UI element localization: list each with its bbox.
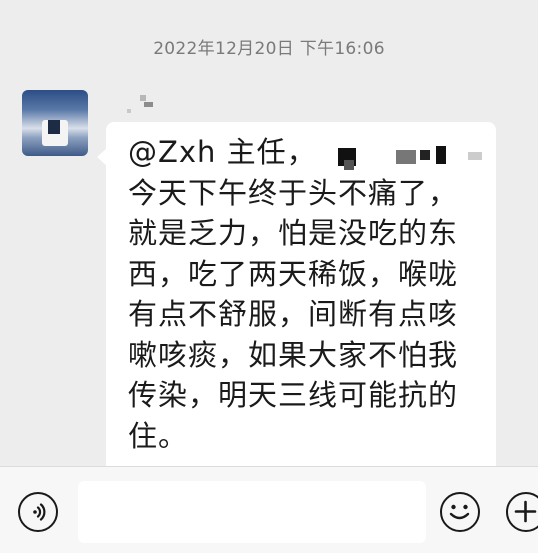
message-line: 有点不舒服，间断有点咳 (128, 297, 459, 331)
emoji-button[interactable] (440, 492, 480, 532)
redaction-block (436, 146, 446, 164)
emoji-icon (449, 504, 470, 520)
message-input[interactable] (78, 481, 426, 543)
sender-name-pixelated (122, 93, 162, 117)
redaction-block (468, 152, 482, 160)
message-line: 就是乏力，怕是没吃的东 (128, 216, 459, 250)
more-button[interactable] (506, 492, 538, 532)
redaction-block (344, 160, 354, 170)
sender-avatar[interactable] (22, 90, 88, 156)
voice-icon (33, 503, 46, 521)
message-line: 传染，明天三线可能抗的 (128, 378, 459, 412)
message-timestamp: 2022年12月20日 下午16:06 (153, 39, 385, 59)
message-line: 今天下午终于头不痛了， (128, 175, 459, 210)
redaction-block (420, 150, 430, 160)
avatar-shape-dark (48, 120, 60, 134)
voice-button[interactable] (18, 492, 58, 532)
message-line: @Zxh 主任， (128, 135, 317, 169)
mosaic-block (140, 95, 146, 101)
message-line: 嗽咳痰，如果大家不怕我 (128, 337, 459, 372)
message-text: @Zxh 主任， 今天下午终于头不痛了， 就是乏力，怕是没吃的东 西，吃了两天稀… (128, 132, 488, 456)
message-bubble[interactable]: @Zxh 主任， 今天下午终于头不痛了， 就是乏力，怕是没吃的东 西，吃了两天稀… (97, 122, 496, 466)
input-bar (0, 466, 538, 553)
redaction-block (396, 150, 416, 164)
message-line: 住。 (128, 418, 189, 453)
chat-area: 2022年12月20日 下午16:06 @Zxh 主任， 今天下午终于头不痛了，… (0, 0, 538, 466)
message-line: 西，吃了两天稀饭，喉咙 (128, 256, 459, 291)
plus-icon (514, 500, 537, 523)
mosaic-block (144, 102, 153, 107)
mosaic-block (127, 109, 131, 113)
